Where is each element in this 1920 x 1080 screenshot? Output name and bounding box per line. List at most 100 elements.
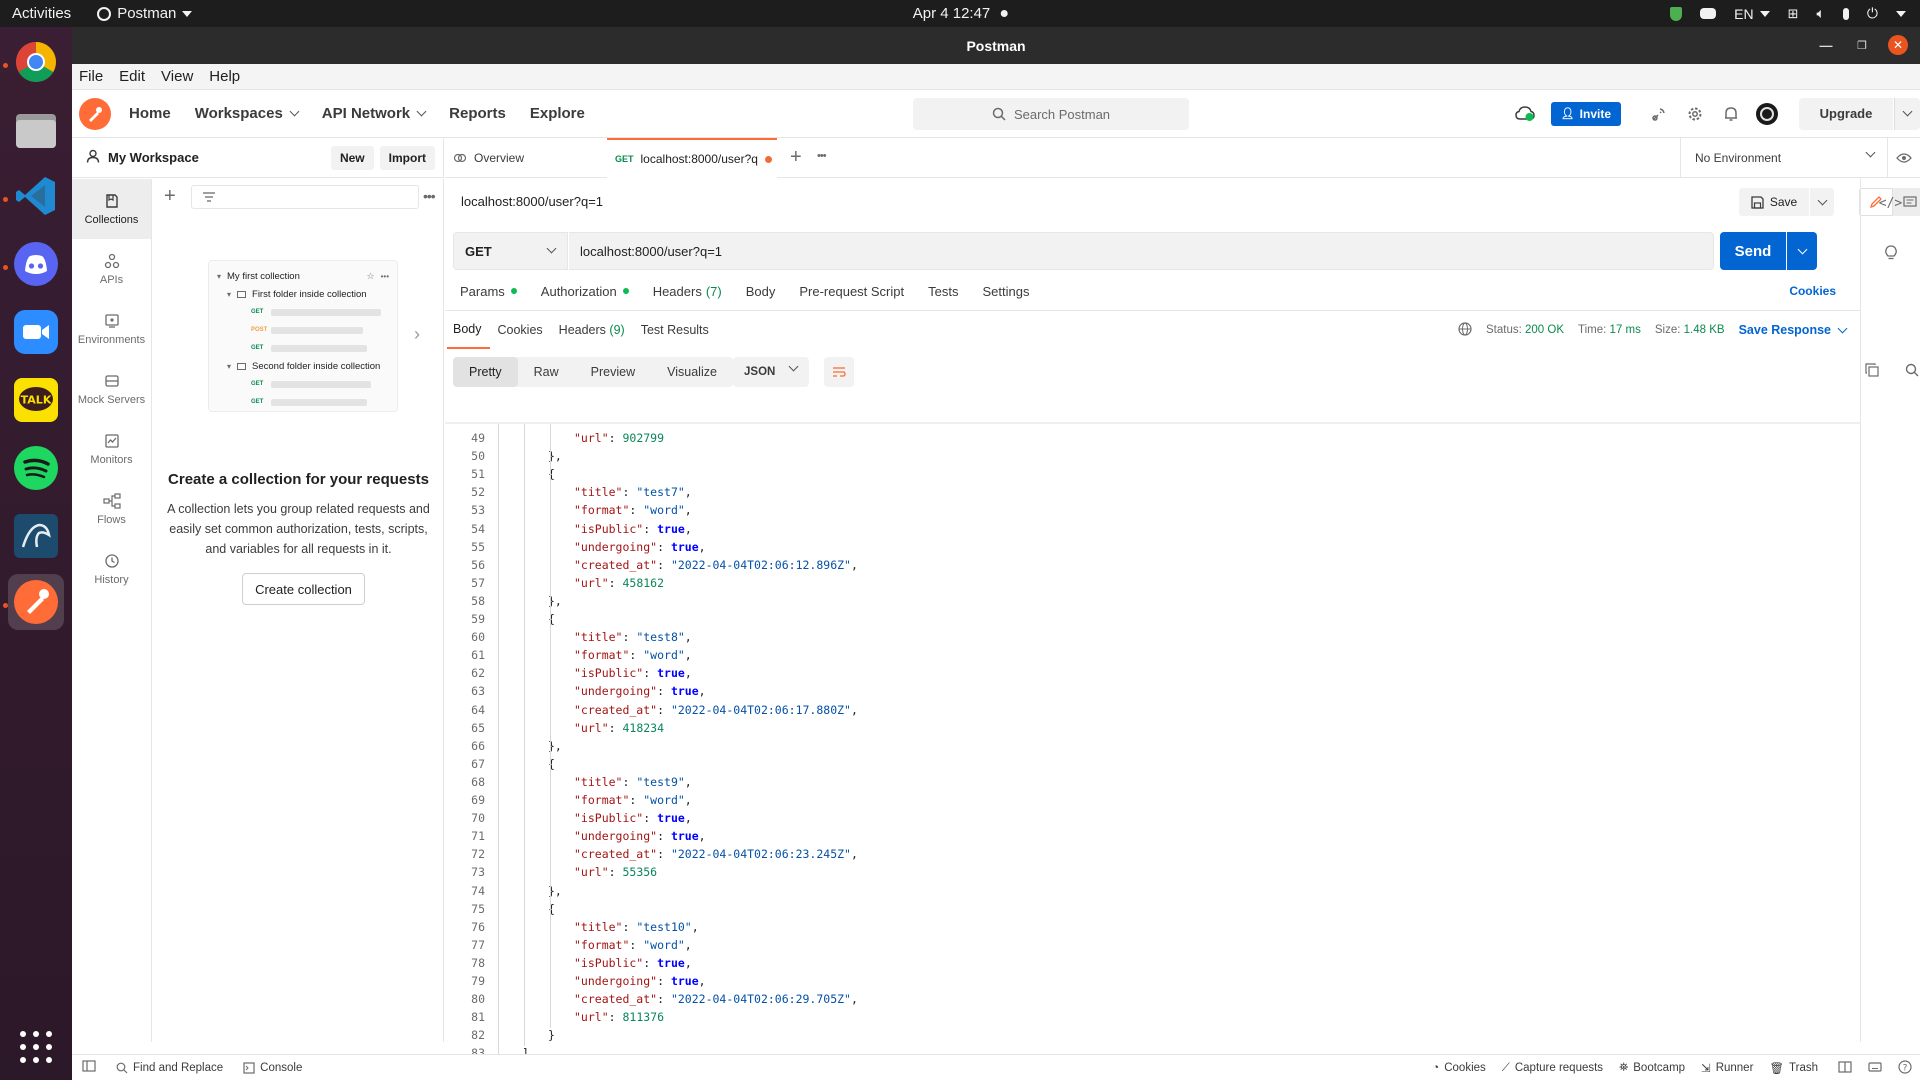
two-pane-view-icon[interactable]	[1838, 1060, 1852, 1076]
filter-input[interactable]	[191, 185, 419, 209]
tab-authorization[interactable]: Authorization	[529, 284, 641, 299]
tab-response-body[interactable]: Body	[447, 311, 490, 349]
view-raw-button[interactable]: Raw	[518, 357, 575, 387]
save-button[interactable]: Save	[1739, 188, 1809, 216]
nav-explore[interactable]: Explore	[518, 105, 597, 122]
create-collection-button[interactable]: Create collection	[242, 573, 365, 605]
cookies-button[interactable]: ◔ Cookies	[1432, 1062, 1486, 1074]
window-titlebar[interactable]: Postman — ❐ ✕	[72, 27, 1920, 64]
chevron-down-icon[interactable]	[1896, 10, 1906, 17]
globe-icon[interactable]	[1458, 321, 1472, 339]
network-icon[interactable]: ⊞	[1788, 6, 1799, 22]
more-tabs-icon[interactable]: •••	[817, 150, 827, 162]
menu-edit[interactable]: Edit	[111, 68, 153, 85]
console-button[interactable]: Console	[243, 1062, 302, 1074]
size-info[interactable]: Size: 1.48 KB	[1655, 324, 1725, 336]
power-icon[interactable]: ⏻	[1867, 5, 1878, 22]
invite-button[interactable]: 👤︎ Invite	[1550, 101, 1621, 126]
kakaotalk-launcher[interactable]: TALK	[8, 372, 64, 428]
maximize-button[interactable]: ❐	[1852, 35, 1872, 55]
tab-settings[interactable]: Settings	[970, 284, 1041, 299]
eye-icon[interactable]	[1887, 138, 1920, 178]
volume-icon[interactable]: 🔈︎	[1817, 5, 1825, 22]
sync-status-icon[interactable]	[1507, 105, 1543, 122]
tab-headers[interactable]: Headers (7)	[641, 284, 734, 299]
view-preview-button[interactable]: Preview	[575, 357, 651, 387]
sidebar-item-collections[interactable]: Collections	[72, 179, 151, 239]
lightbulb-icon[interactable]	[1861, 228, 1920, 278]
help-icon[interactable]: ?	[1898, 1059, 1912, 1077]
code-snippet-icon[interactable]: </>	[1861, 178, 1920, 228]
search-input[interactable]: Search Postman	[913, 98, 1189, 130]
menu-help[interactable]: Help	[201, 68, 248, 85]
zoom-launcher[interactable]	[8, 304, 64, 360]
app-menu[interactable]: Postman	[83, 5, 206, 22]
time-info[interactable]: Time: 17 ms	[1578, 324, 1641, 336]
files-launcher[interactable]	[8, 102, 64, 158]
discord-launcher[interactable]	[8, 236, 64, 292]
sidebar-item-monitors[interactable]: Monitors	[72, 419, 151, 479]
avatar[interactable]	[1749, 102, 1785, 126]
new-tab-button[interactable]: +	[790, 146, 802, 169]
send-options-button[interactable]	[1787, 232, 1817, 270]
chrome-launcher[interactable]	[8, 34, 64, 90]
tab-test-results[interactable]: Test Results	[633, 311, 717, 349]
bell-icon[interactable]	[1713, 106, 1749, 122]
chevron-right-icon[interactable]: ›	[414, 324, 420, 345]
tab-response-headers[interactable]: Headers (9)	[551, 311, 633, 349]
keyboard-shortcuts-icon[interactable]	[1868, 1061, 1882, 1075]
status-info[interactable]: Status: 200 OK	[1486, 324, 1564, 336]
sidebar-item-environments[interactable]: Environments	[72, 299, 151, 359]
save-response-button[interactable]: Save Response	[1739, 323, 1848, 337]
wrap-lines-button[interactable]	[824, 357, 854, 387]
add-collection-button[interactable]: +	[164, 186, 176, 206]
microphone-icon[interactable]	[1842, 7, 1849, 20]
sidebar-item-mock-servers[interactable]: Mock Servers	[72, 359, 151, 419]
nav-workspaces[interactable]: Workspaces	[183, 105, 310, 122]
tab-pre-request-script[interactable]: Pre-request Script	[787, 284, 916, 299]
tab-response-cookies[interactable]: Cookies	[490, 311, 551, 349]
close-button[interactable]: ✕	[1888, 35, 1908, 55]
sidebar-item-flows[interactable]: Flows	[72, 479, 151, 539]
runner-button[interactable]: ⇲ Runner	[1701, 1061, 1753, 1075]
workspace-name[interactable]: My Workspace	[108, 150, 199, 165]
gear-icon[interactable]	[1677, 106, 1713, 122]
trash-button[interactable]: 🗑︎ Trash	[1769, 1061, 1818, 1075]
more-options-icon[interactable]: •••	[423, 188, 436, 204]
minimize-button[interactable]: —	[1816, 35, 1836, 55]
show-applications-button[interactable]	[20, 1031, 52, 1063]
request-name[interactable]: localhost:8000/user?q=1	[461, 194, 603, 209]
sidebar-item-apis[interactable]: APIs	[72, 239, 151, 299]
postman-launcher[interactable]	[8, 574, 64, 630]
response-body-editor[interactable]: 49 "url": 902799 50}, 51{52 "title": "test7"…	[445, 424, 1785, 1079]
tab-tests[interactable]: Tests	[916, 284, 970, 299]
tab-overview[interactable]: Overview	[453, 138, 613, 178]
postman-logo[interactable]	[79, 97, 111, 130]
mysql-workbench-launcher[interactable]	[8, 508, 64, 564]
nav-api-network[interactable]: API Network	[310, 105, 437, 122]
sidebar-item-history[interactable]: History	[72, 539, 151, 599]
method-select[interactable]: GET	[453, 232, 568, 270]
bootcamp-button[interactable]: ⛯ Bootcamp	[1619, 1062, 1685, 1075]
url-input[interactable]: localhost:8000/user?q=1	[569, 232, 1714, 270]
menu-view[interactable]: View	[153, 68, 201, 85]
capture-requests-button[interactable]: ⟋ Capture requests	[1502, 1062, 1603, 1075]
import-button[interactable]: Import	[379, 145, 435, 170]
upgrade-button[interactable]: Upgrade	[1799, 97, 1893, 130]
input-language[interactable]: EN	[1734, 6, 1770, 22]
activities-button[interactable]: Activities	[0, 5, 83, 22]
search-icon[interactable]	[1905, 363, 1919, 380]
tab-active-request[interactable]: GET localhost:8000/user?q	[607, 138, 777, 178]
cookies-link[interactable]: Cookies	[1789, 284, 1836, 298]
satellite-icon[interactable]	[1641, 106, 1677, 122]
tab-params[interactable]: Params	[445, 284, 529, 299]
discord-tray-icon[interactable]	[1700, 8, 1717, 19]
environment-select[interactable]: No Environment	[1680, 138, 1888, 178]
spotify-launcher[interactable]	[8, 440, 64, 496]
system-tray[interactable]: EN ⊞ 🔈︎ ⏻	[1670, 0, 1906, 27]
nav-home[interactable]: Home	[117, 105, 183, 122]
nav-reports[interactable]: Reports	[437, 105, 518, 122]
toggle-sidebar-icon[interactable]	[82, 1060, 96, 1075]
tab-body[interactable]: Body	[734, 284, 788, 299]
menu-file[interactable]: File	[72, 68, 111, 85]
